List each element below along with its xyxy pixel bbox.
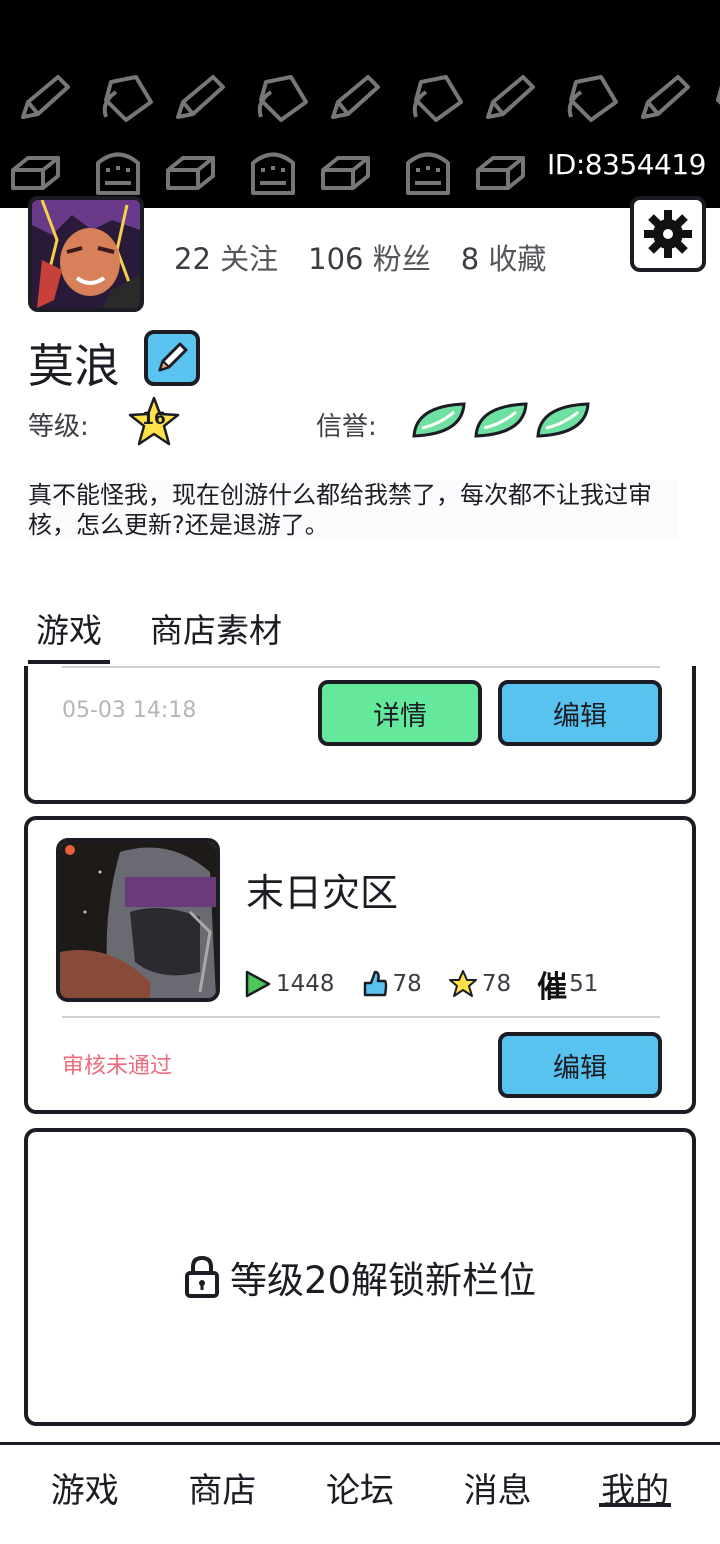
profile-stats: 22 关注 106 粉丝 8 收藏 [174, 236, 546, 278]
game-title: 末日灾区 [246, 871, 399, 915]
followers-label: 粉丝 [372, 242, 431, 276]
details-button[interactable]: 详情 [318, 680, 482, 746]
nav-games[interactable]: 游戏 [49, 1463, 121, 1511]
followers-count: 106 [308, 242, 364, 276]
stars-count: 78 [481, 971, 512, 997]
urge-metric: 催 51 [537, 962, 598, 1006]
following-count: 22 [174, 242, 211, 276]
urge-icon: 催 [537, 970, 568, 1005]
pencil-icon [21, 75, 70, 119]
favorites-stat[interactable]: 8 收藏 [461, 236, 547, 278]
edit-profile-button[interactable] [144, 330, 200, 386]
plays-metric: 1448 [244, 969, 335, 999]
profile-bio: 真不能怪我，现在创游什么都给我禁了，每次都不让我过审核，怎么更新?还是退游了。 [28, 480, 678, 540]
favorites-count: 8 [460, 242, 480, 276]
paint-bucket-icon [102, 75, 153, 122]
gear-icon [644, 210, 692, 258]
leaf-icon [474, 402, 528, 438]
locked-slot-card: 等级20解锁新栏位 [24, 1128, 696, 1426]
review-status: 审核未通过 [62, 1054, 173, 1079]
content-tabs: 游戏 商店素材 [28, 604, 322, 664]
game-metrics: 1448 78 78 催 51 [244, 962, 624, 1006]
favorites-label: 收藏 [488, 242, 547, 276]
stars-metric: 78 [448, 969, 511, 999]
user-id: ID:8354419 [547, 148, 706, 181]
credit-label: 信誉: [316, 412, 377, 442]
username: 莫浪 [28, 339, 120, 393]
likes-count: 78 [392, 971, 422, 997]
urge-count: 51 [569, 971, 599, 997]
pencil-icon [158, 342, 188, 372]
lock-icon [184, 1255, 219, 1298]
card-divider [62, 1016, 660, 1018]
robot-icon [96, 152, 140, 195]
header-banner: ID:8354419 [0, 0, 720, 208]
game-card[interactable]: 末日灾区 1448 78 78 催 51 审核未通过 编辑 [24, 816, 696, 1114]
bottom-nav: 游戏 商店 论坛 消息 我的 [0, 1442, 720, 1544]
nav-me[interactable]: 我的 [599, 1463, 672, 1511]
header-pattern-top [18, 72, 720, 132]
edit-button[interactable]: 编辑 [498, 1032, 662, 1098]
game-cover-image [60, 842, 216, 998]
locked-slot-label: 等级20解锁新栏位 [229, 1259, 537, 1302]
thumbs-up-icon [363, 970, 387, 997]
games-list[interactable]: 151 13 5 催 8 05-03 14:18 详情 编辑 [0, 666, 720, 1442]
leaf-icon [412, 402, 466, 438]
level-value: 16 [142, 409, 166, 429]
plays-count: 1448 [276, 971, 335, 997]
followers-stat[interactable]: 106 粉丝 [308, 236, 431, 278]
updated-time: 05-03 14:18 [62, 698, 197, 723]
star-icon [448, 970, 477, 997]
tab-shop-assets[interactable]: 商店素材 [142, 604, 290, 664]
likes-metric: 78 [361, 969, 422, 999]
eraser-icon [11, 156, 60, 190]
following-label: 关注 [220, 242, 279, 276]
level-label: 等级: [28, 412, 89, 442]
nav-shop[interactable]: 商店 [186, 1463, 258, 1511]
card-divider [62, 666, 660, 668]
game-card[interactable]: 151 13 5 催 8 05-03 14:18 详情 编辑 [24, 666, 696, 804]
nav-messages[interactable]: 消息 [462, 1463, 534, 1511]
pattern-icons-row [21, 75, 720, 122]
edit-button[interactable]: 编辑 [498, 680, 662, 746]
leaf-icon [536, 402, 590, 438]
tab-games[interactable]: 游戏 [28, 604, 110, 664]
credit-leaves [410, 400, 592, 442]
following-stat[interactable]: 22 关注 [174, 236, 278, 278]
level-star-badge: 16 [128, 396, 180, 446]
nav-forum[interactable]: 论坛 [324, 1463, 396, 1511]
settings-button[interactable] [630, 196, 706, 272]
avatar[interactable] [28, 196, 144, 312]
avatar-image [32, 200, 140, 308]
game-thumbnail[interactable] [56, 838, 220, 1002]
locked-slot: 等级20解锁新栏位 [184, 1250, 536, 1304]
play-icon [245, 970, 271, 998]
